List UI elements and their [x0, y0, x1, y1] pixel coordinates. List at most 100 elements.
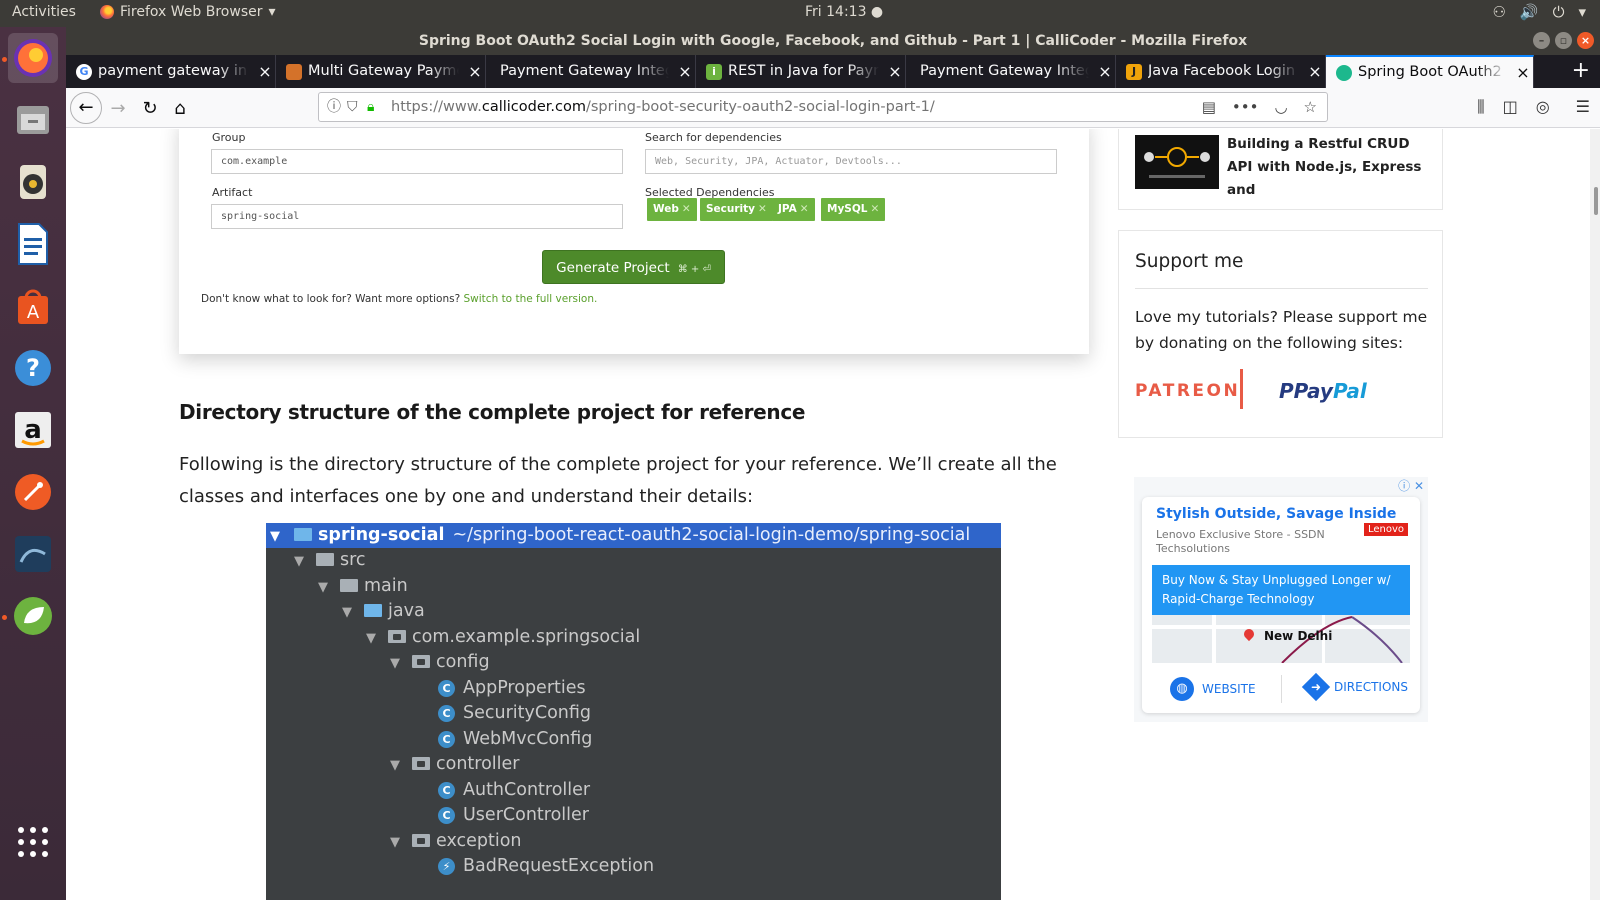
tracking-shield-icon[interactable]: ⛉	[347, 93, 358, 121]
close-window-button[interactable]: ×	[1577, 32, 1594, 49]
tab[interactable]: i REST in Java for Payme ×	[696, 55, 906, 88]
rhythmbox-icon[interactable]	[8, 157, 58, 207]
post-thumbnail[interactable]	[1135, 135, 1219, 189]
power-icon[interactable]: ⏻	[1553, 3, 1565, 21]
lenovo-logo: Lenovo	[1363, 523, 1408, 536]
bookmark-star-icon[interactable]: ☆	[1304, 93, 1317, 121]
tab[interactable]: J Java Facebook Login w ×	[1116, 55, 1326, 88]
full-version-link[interactable]: Switch to the full version.	[464, 293, 598, 305]
url-text[interactable]: https://www.callicoder.com/spring-boot-s…	[391, 93, 935, 121]
lock-icon[interactable]: 🔒︎	[367, 93, 374, 121]
tab[interactable]: Multi Gateway Payment ×	[276, 55, 486, 88]
close-tab-icon[interactable]: ×	[465, 55, 485, 88]
tab-label: payment gateway in java	[98, 63, 249, 79]
menu-icon[interactable]: ☰	[1576, 97, 1590, 117]
advertisement[interactable]: ⓘ ✕ Stylish Outside, Savage Inside Lenov…	[1134, 477, 1428, 722]
mysql-workbench-icon[interactable]	[8, 529, 58, 579]
ad-card[interactable]: Stylish Outside, Savage Inside Lenovo Ex…	[1142, 497, 1420, 713]
sidebar-icon[interactable]: ◫	[1503, 97, 1518, 117]
tab-active[interactable]: Spring Boot OAuth2 So ×	[1326, 55, 1534, 88]
volume-icon[interactable]: 🔊	[1520, 3, 1539, 21]
tab-label: Payment Gateway Integrat	[920, 63, 1089, 79]
tab[interactable]: G payment gateway in java ×	[66, 55, 276, 88]
search-dependencies-label: Search for dependencies	[645, 131, 782, 144]
clock[interactable]: Fri 14:13 ●	[805, 4, 883, 20]
info-favicon-icon: i	[706, 63, 722, 80]
page-actions-icon[interactable]: •••	[1232, 93, 1259, 121]
expand-arrow-icon: ▼	[294, 554, 304, 569]
network-icon[interactable]: ⚇	[1492, 3, 1505, 21]
related-post-title[interactable]: Building a Restful CRUD API with Node.js…	[1227, 133, 1427, 202]
svg-text:A: A	[27, 302, 40, 323]
dependency-chip[interactable]: MySQL ✕	[821, 198, 886, 221]
system-indicators[interactable]: ⚇ 🔊 ⏻ ▾	[1492, 3, 1586, 21]
close-tab-icon[interactable]: ×	[1513, 57, 1533, 88]
maximize-button[interactable]: ▫	[1555, 32, 1572, 49]
close-tab-icon[interactable]: ×	[1095, 55, 1115, 88]
close-tab-icon[interactable]: ×	[885, 55, 905, 88]
minimize-button[interactable]: –	[1533, 32, 1550, 49]
remove-icon[interactable]: ✕	[758, 203, 767, 215]
directions-button[interactable]: ➜ DIRECTIONS	[1301, 672, 1408, 702]
show-applications-icon[interactable]	[8, 817, 58, 867]
generate-project-button[interactable]: Generate Project ⌘ + ⏎	[542, 250, 725, 284]
info-icon[interactable]: ⓘ	[327, 93, 341, 121]
ad-choices-icon[interactable]: ⓘ ✕	[1398, 477, 1424, 494]
system-top-bar: Activities Firefox Web Browser ▾ Fri 14:…	[0, 0, 1600, 27]
artifact-input[interactable]: spring-social	[211, 204, 623, 229]
amazon-icon[interactable]: a	[8, 405, 58, 455]
forward-button[interactable]: →	[104, 95, 132, 123]
help-icon[interactable]: ?	[8, 343, 58, 393]
close-tab-icon[interactable]: ×	[1305, 55, 1325, 88]
firefox-launcher-icon[interactable]	[8, 33, 58, 83]
pocket-icon[interactable]: ◡	[1274, 93, 1287, 121]
extension-icon[interactable]: ◎	[1536, 97, 1550, 117]
website-button[interactable]: ◍ WEBSITE	[1170, 677, 1256, 701]
reader-view-icon[interactable]: ▤	[1202, 93, 1216, 121]
tab[interactable]: Payment Gateway Integrat ×	[906, 55, 1116, 88]
group-input[interactable]: com.example	[211, 149, 623, 174]
navigation-toolbar: ← → ↻ ⌂ ⓘ ⛉ 🔒︎ https://www.callicoder.co…	[66, 88, 1600, 128]
dependency-chip[interactable]: Security ✕	[700, 198, 773, 221]
patreon-bar	[1240, 369, 1243, 409]
tab-label: Spring Boot OAuth2 So	[1358, 64, 1507, 80]
dependency-chip[interactable]: Web ✕	[647, 198, 697, 221]
home-button[interactable]: ⌂	[166, 95, 194, 123]
paypal-logo[interactable]: 𝙋PayPal	[1279, 379, 1367, 403]
remove-icon[interactable]: ✕	[800, 203, 809, 215]
tab[interactable]: Payment Gateway Integrat ×	[486, 55, 696, 88]
package-icon	[412, 834, 430, 847]
exception-class-icon: ⚡	[438, 858, 455, 875]
software-center-icon[interactable]: A	[8, 281, 58, 331]
svg-text:?: ?	[26, 354, 40, 382]
close-tab-icon[interactable]: ×	[675, 55, 695, 88]
chevron-down-icon[interactable]: ▾	[1578, 3, 1586, 21]
ad-map[interactable]: New Delhi	[1152, 615, 1410, 663]
related-post-card[interactable]: Building a Restful CRUD API with Node.js…	[1118, 129, 1443, 210]
spring-initializr-card: Group com.example Artifact spring-social…	[179, 129, 1089, 354]
spring-tool-suite-icon[interactable]	[8, 591, 58, 641]
activities-button[interactable]: Activities	[12, 4, 76, 20]
library-icon[interactable]: ⫼	[1477, 97, 1484, 117]
postman-icon[interactable]	[8, 467, 58, 517]
patreon-logo[interactable]: PATREON	[1135, 381, 1240, 401]
remove-icon[interactable]: ✕	[682, 203, 691, 215]
search-dependencies-input[interactable]: Web, Security, JPA, Actuator, Devtools..…	[645, 149, 1057, 174]
close-tab-icon[interactable]: ×	[255, 55, 275, 88]
dependency-chip[interactable]: JPA ✕	[772, 198, 815, 221]
files-icon[interactable]	[8, 95, 58, 145]
scrollbar-thumb[interactable]	[1594, 187, 1598, 215]
new-tab-button[interactable]: +	[1572, 58, 1590, 83]
tree-row: ▼ com.example.springsocial	[266, 625, 1001, 650]
ad-title[interactable]: Stylish Outside, Savage Inside	[1156, 506, 1396, 522]
remove-icon[interactable]: ✕	[870, 203, 879, 215]
back-button[interactable]: ←	[70, 92, 102, 124]
url-bar[interactable]: ⓘ ⛉ 🔒︎ https://www.callicoder.com/spring…	[318, 92, 1328, 122]
svg-text:a: a	[24, 415, 42, 445]
ad-banner[interactable]: Buy Now & Stay Unplugged Longer w/ Rapid…	[1152, 565, 1410, 615]
writer-icon[interactable]	[8, 219, 58, 269]
page-scrollbar[interactable]	[1590, 129, 1600, 900]
reload-button[interactable]: ↻	[136, 95, 164, 123]
launcher: A ? a	[0, 27, 66, 900]
app-menu[interactable]: Firefox Web Browser ▾	[100, 4, 276, 20]
